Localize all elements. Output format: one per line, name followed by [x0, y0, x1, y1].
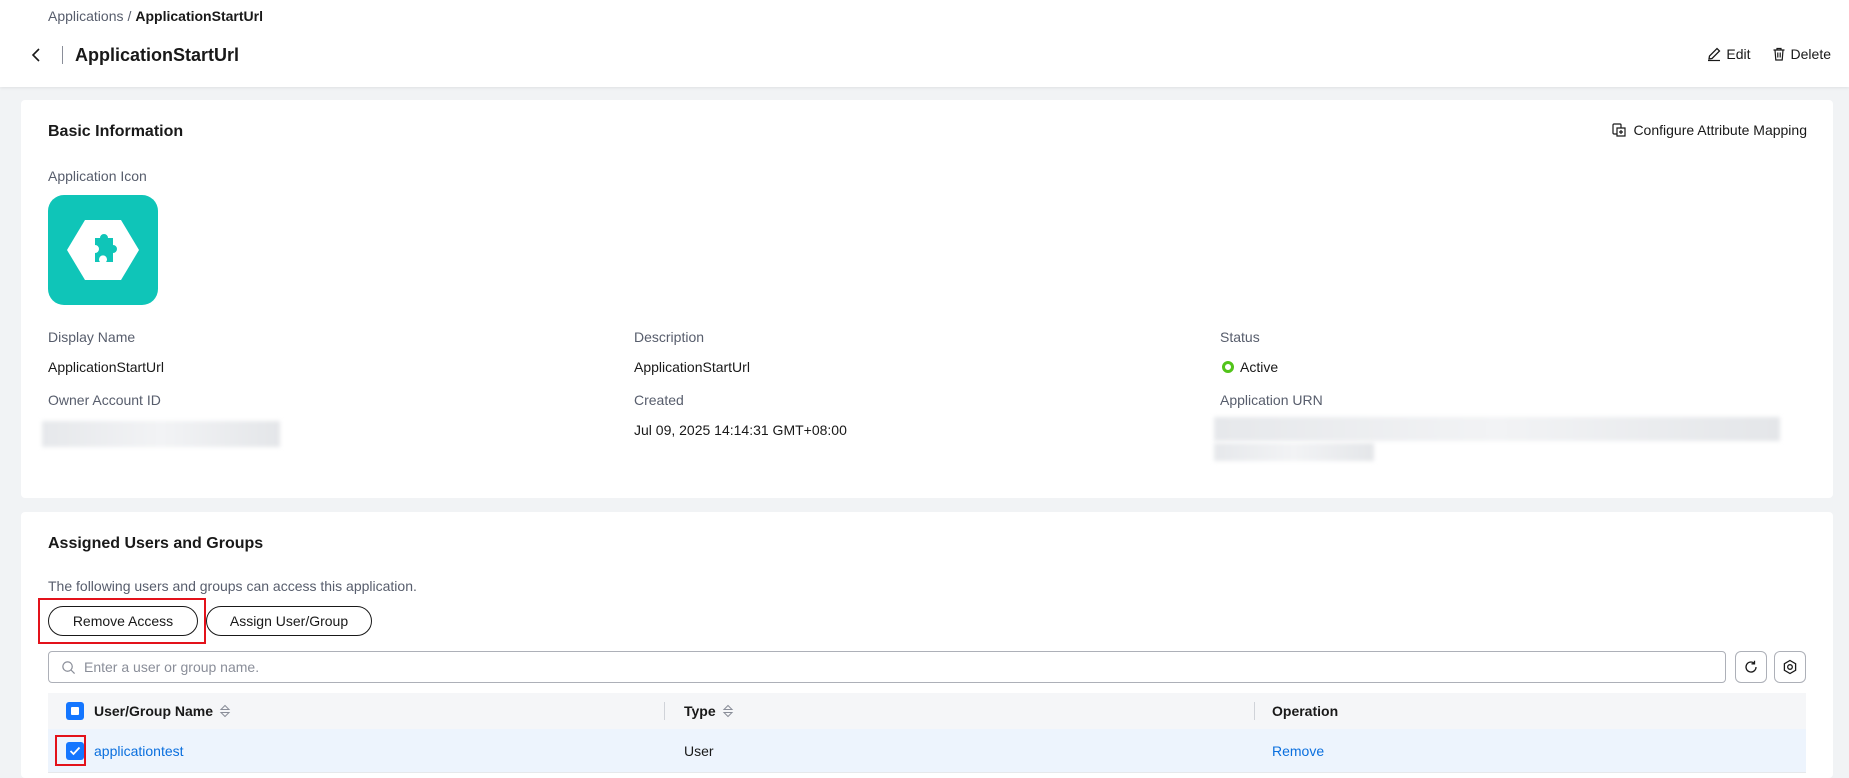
application-icon	[48, 195, 158, 305]
table-header: User/Group Name Type Operation	[48, 693, 1806, 729]
sort-icon[interactable]	[219, 703, 231, 719]
display-name-label: Display Name	[48, 329, 136, 345]
column-divider	[664, 702, 665, 720]
column-header-type[interactable]: Type	[684, 703, 716, 719]
configure-attribute-mapping-link[interactable]: Configure Attribute Mapping	[1611, 122, 1807, 138]
chevron-left-icon	[31, 48, 40, 62]
puzzle-icon	[67, 220, 139, 280]
indeterminate-mark-icon	[71, 707, 79, 715]
breadcrumb-applications[interactable]: Applications	[48, 8, 124, 24]
settings-button[interactable]	[1774, 651, 1806, 683]
application-urn-label: Application URN	[1220, 392, 1323, 408]
assigned-users-groups-title: Assigned Users and Groups	[48, 535, 264, 552]
search-bar	[48, 651, 1726, 683]
column-header-name[interactable]: User/Group Name	[94, 703, 213, 719]
back-button[interactable]	[24, 43, 48, 67]
user-group-name-link[interactable]: applicationtest	[94, 743, 184, 759]
column-divider	[1254, 702, 1255, 720]
breadcrumb: Applications / ApplicationStartUrl	[48, 8, 263, 24]
assigned-description: The following users and groups can acces…	[48, 578, 417, 594]
breadcrumb-separator: /	[127, 8, 132, 24]
page-header: Applications / ApplicationStartUrl Applica…	[0, 0, 1849, 87]
configure-attribute-mapping-label: Configure Attribute Mapping	[1633, 122, 1807, 138]
owner-account-id-redacted	[42, 421, 280, 447]
status-active-icon	[1222, 361, 1234, 373]
refresh-icon	[1745, 660, 1757, 673]
description-label: Description	[634, 329, 705, 345]
type-value: User	[684, 742, 714, 759]
attribute-mapping-icon	[1612, 123, 1627, 137]
column-header-operation: Operation	[1272, 703, 1339, 719]
created-label: Created	[634, 392, 684, 408]
assigned-users-groups-card: Assigned Users and Groups The following …	[21, 512, 1833, 778]
page-title: ApplicationStartUrl	[75, 44, 240, 65]
remove-link[interactable]: Remove	[1272, 743, 1324, 759]
created-value: Jul 09, 2025 14:14:31 GMT+08:00	[634, 422, 847, 438]
assign-user-group-button[interactable]: Assign User/Group	[206, 606, 372, 636]
row-checkbox[interactable]	[66, 741, 84, 760]
description-value: ApplicationStartUrl	[634, 359, 750, 375]
status-value: Active	[1240, 359, 1279, 375]
delete-label: Delete	[1790, 46, 1831, 62]
search-icon	[62, 660, 76, 674]
table-row[interactable]: applicationtest User Remove	[48, 729, 1806, 773]
status-label: Status	[1220, 329, 1260, 345]
checkmark-icon	[69, 746, 81, 755]
gear-icon	[1783, 659, 1797, 675]
display-name-value: ApplicationStartUrl	[48, 359, 164, 375]
delete-button[interactable]: Delete	[1771, 46, 1831, 62]
title-divider	[62, 46, 63, 64]
edit-icon	[1708, 47, 1721, 62]
edit-button[interactable]: Edit	[1706, 46, 1751, 62]
sort-icon[interactable]	[722, 703, 734, 719]
owner-account-id-label: Owner Account ID	[48, 392, 161, 408]
basic-information-title: Basic Information	[48, 123, 184, 140]
application-urn-redacted	[1214, 417, 1780, 441]
application-urn-redacted-line2	[1214, 443, 1374, 461]
application-icon-label: Application Icon	[48, 168, 147, 184]
search-input[interactable]	[84, 659, 1684, 675]
basic-information-card: Basic Information Configure Attribute Ma…	[21, 100, 1833, 498]
edit-label: Edit	[1726, 46, 1751, 62]
remove-access-button[interactable]: Remove Access	[48, 606, 198, 636]
select-all-checkbox[interactable]	[66, 702, 84, 720]
trash-icon	[1773, 47, 1785, 61]
breadcrumb-current: ApplicationStartUrl	[135, 8, 263, 24]
refresh-button[interactable]	[1735, 651, 1767, 683]
status-badge: Active	[1222, 359, 1278, 375]
